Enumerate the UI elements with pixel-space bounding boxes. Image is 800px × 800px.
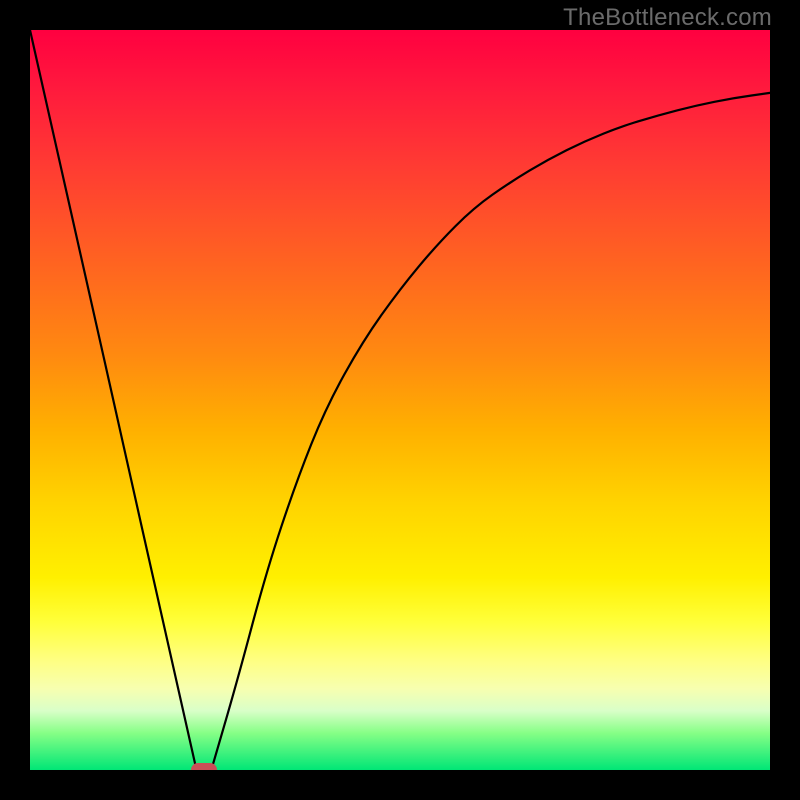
minimum-marker <box>191 763 217 770</box>
curve-layer <box>30 30 770 770</box>
curve-left-branch <box>30 30 197 770</box>
chart-frame: TheBottleneck.com <box>0 0 800 800</box>
watermark-text: TheBottleneck.com <box>563 4 772 32</box>
curve-right-branch <box>211 93 770 770</box>
plot-area <box>30 30 770 770</box>
